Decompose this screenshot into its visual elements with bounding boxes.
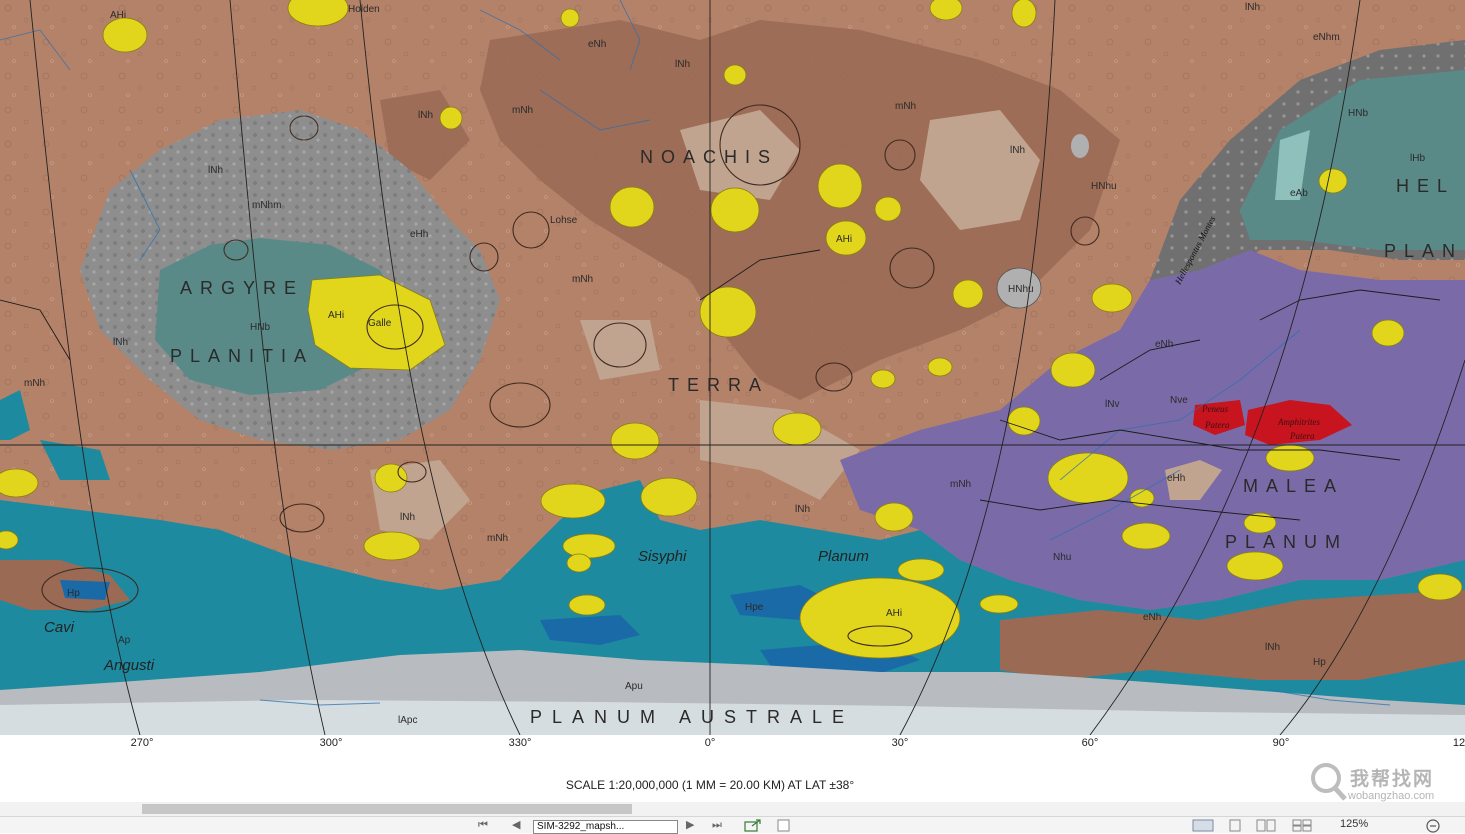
svg-text:lNh: lNh — [1010, 145, 1025, 156]
svg-text:lNh: lNh — [113, 337, 128, 348]
label-amphitrites-patera: Patera — [1289, 431, 1315, 441]
zoom-out-icon[interactable] — [1424, 818, 1442, 833]
continuous-view-icon[interactable] — [1226, 819, 1244, 832]
grid-view-icon[interactable] — [1292, 819, 1312, 832]
longitude-axis: 270° 300° 330° 0° 30° 60° 90° 12 — [0, 735, 1465, 757]
svg-text:mNhm: mNhm — [252, 200, 281, 211]
longitude-label: 30° — [891, 737, 909, 749]
label-sisyphi: Sisyphi — [638, 548, 687, 565]
svg-text:lNv: lNv — [1105, 399, 1119, 410]
label-argyre: ARGYRE — [180, 278, 304, 298]
svg-text:lNh: lNh — [1245, 2, 1260, 13]
label-galle: Galle — [368, 318, 392, 329]
svg-text:lNh: lNh — [1265, 642, 1280, 653]
svg-text:mNh: mNh — [895, 101, 916, 112]
longitude-label: 0° — [704, 737, 716, 749]
label-amphitrites: Amphitrites — [1277, 417, 1320, 427]
watermark-url: wobangzhao.com — [1348, 790, 1435, 802]
svg-text:lNh: lNh — [418, 110, 433, 121]
svg-text:Hpe: Hpe — [745, 602, 764, 613]
label-malea-planum: PLANUM — [1225, 532, 1348, 552]
svg-text:eNh: eNh — [588, 39, 606, 50]
longitude-label: 270° — [130, 737, 154, 749]
svg-text:eHh: eHh — [410, 229, 428, 240]
last-page-button[interactable]: ⏭ — [712, 818, 722, 832]
geologic-map: ARGYRE PLANITIA NOACHIS TERRA MALEA PLAN… — [0, 0, 1465, 735]
export-icon[interactable] — [744, 819, 762, 832]
svg-text:AHi: AHi — [328, 310, 344, 321]
svg-text:lNh: lNh — [675, 59, 690, 70]
magnifier-icon — [1311, 763, 1347, 801]
svg-text:HNhu: HNhu — [1091, 181, 1117, 192]
svg-text:AHi: AHi — [836, 234, 852, 245]
watermark-text: 我帮找网 — [1350, 769, 1435, 790]
label-peneus: Peneus — [1201, 404, 1228, 414]
single-page-view-icon[interactable] — [1192, 819, 1214, 832]
longitude-label: 12 — [1452, 737, 1465, 749]
svg-text:lHb: lHb — [1410, 153, 1425, 164]
page-icon[interactable] — [776, 819, 792, 832]
viewer-toolbar: ⏮ ◀ ▶ ⏭ — [0, 816, 1465, 833]
svg-text:Apu: Apu — [625, 681, 643, 692]
svg-text:HNb: HNb — [250, 322, 270, 333]
svg-text:eAb: eAb — [1290, 188, 1308, 199]
svg-text:lNh: lNh — [795, 504, 810, 515]
label-lohse: Lohse — [550, 215, 578, 226]
svg-text:lApc: lApc — [398, 715, 417, 726]
longitude-label: 300° — [319, 737, 343, 749]
svg-text:HNhu: HNhu — [1008, 284, 1034, 295]
label-planum: Planum — [818, 548, 869, 565]
label-peneus-patera: Patera — [1204, 420, 1230, 430]
svg-text:eHh: eHh — [1167, 473, 1185, 484]
longitude-label: 60° — [1081, 737, 1099, 749]
svg-text:mNh: mNh — [572, 274, 593, 285]
svg-text:eNhm: eNhm — [1313, 32, 1340, 43]
zoom-level[interactable]: 125% — [1340, 818, 1368, 830]
svg-text:mNh: mNh — [24, 378, 45, 389]
longitude-label: 330° — [508, 737, 532, 749]
svg-text:AHi: AHi — [110, 10, 126, 21]
svg-text:Hp: Hp — [1313, 657, 1326, 668]
label-hellas-planitia: PLAN — [1384, 241, 1463, 261]
label-cavi: Cavi — [44, 619, 75, 636]
label-noachis: NOACHIS — [640, 147, 778, 167]
svg-text:Hp: Hp — [67, 588, 80, 599]
svg-text:eNh: eNh — [1143, 612, 1161, 623]
svg-text:Nhu: Nhu — [1053, 552, 1071, 563]
horizontal-scrollbar[interactable] — [0, 802, 1465, 816]
scale-caption: SCALE 1:20,000,000 (1 MM = 20.00 KM) AT … — [565, 778, 855, 792]
svg-text:mNh: mNh — [950, 479, 971, 490]
longitude-label: 90° — [1272, 737, 1290, 749]
svg-text:Ap: Ap — [118, 635, 131, 646]
svg-text:Nve: Nve — [1170, 395, 1188, 406]
svg-text:AHi: AHi — [886, 608, 902, 619]
svg-text:lNh: lNh — [208, 165, 223, 176]
scrollbar-thumb[interactable] — [142, 804, 632, 814]
svg-text:lNh: lNh — [400, 512, 415, 523]
label-holden: Holden — [348, 4, 380, 15]
svg-text:HNb: HNb — [1348, 108, 1368, 119]
label-planitia: PLANITIA — [170, 346, 314, 366]
label-hellas: HEL — [1396, 176, 1455, 196]
label-planum-australe: PLANUM AUSTRALE — [530, 707, 854, 727]
label-terra: TERRA — [668, 375, 769, 395]
first-page-button[interactable]: ⏮ — [478, 818, 488, 832]
svg-text:mNh: mNh — [487, 533, 508, 544]
label-malea: MALEA — [1243, 476, 1344, 496]
next-page-button[interactable]: ▶ — [686, 818, 694, 832]
prev-page-button[interactable]: ◀ — [512, 818, 520, 832]
svg-text:eNh: eNh — [1155, 339, 1173, 350]
label-angusti: Angusti — [103, 657, 155, 674]
two-page-view-icon[interactable] — [1256, 819, 1276, 832]
svg-text:mNh: mNh — [512, 105, 533, 116]
